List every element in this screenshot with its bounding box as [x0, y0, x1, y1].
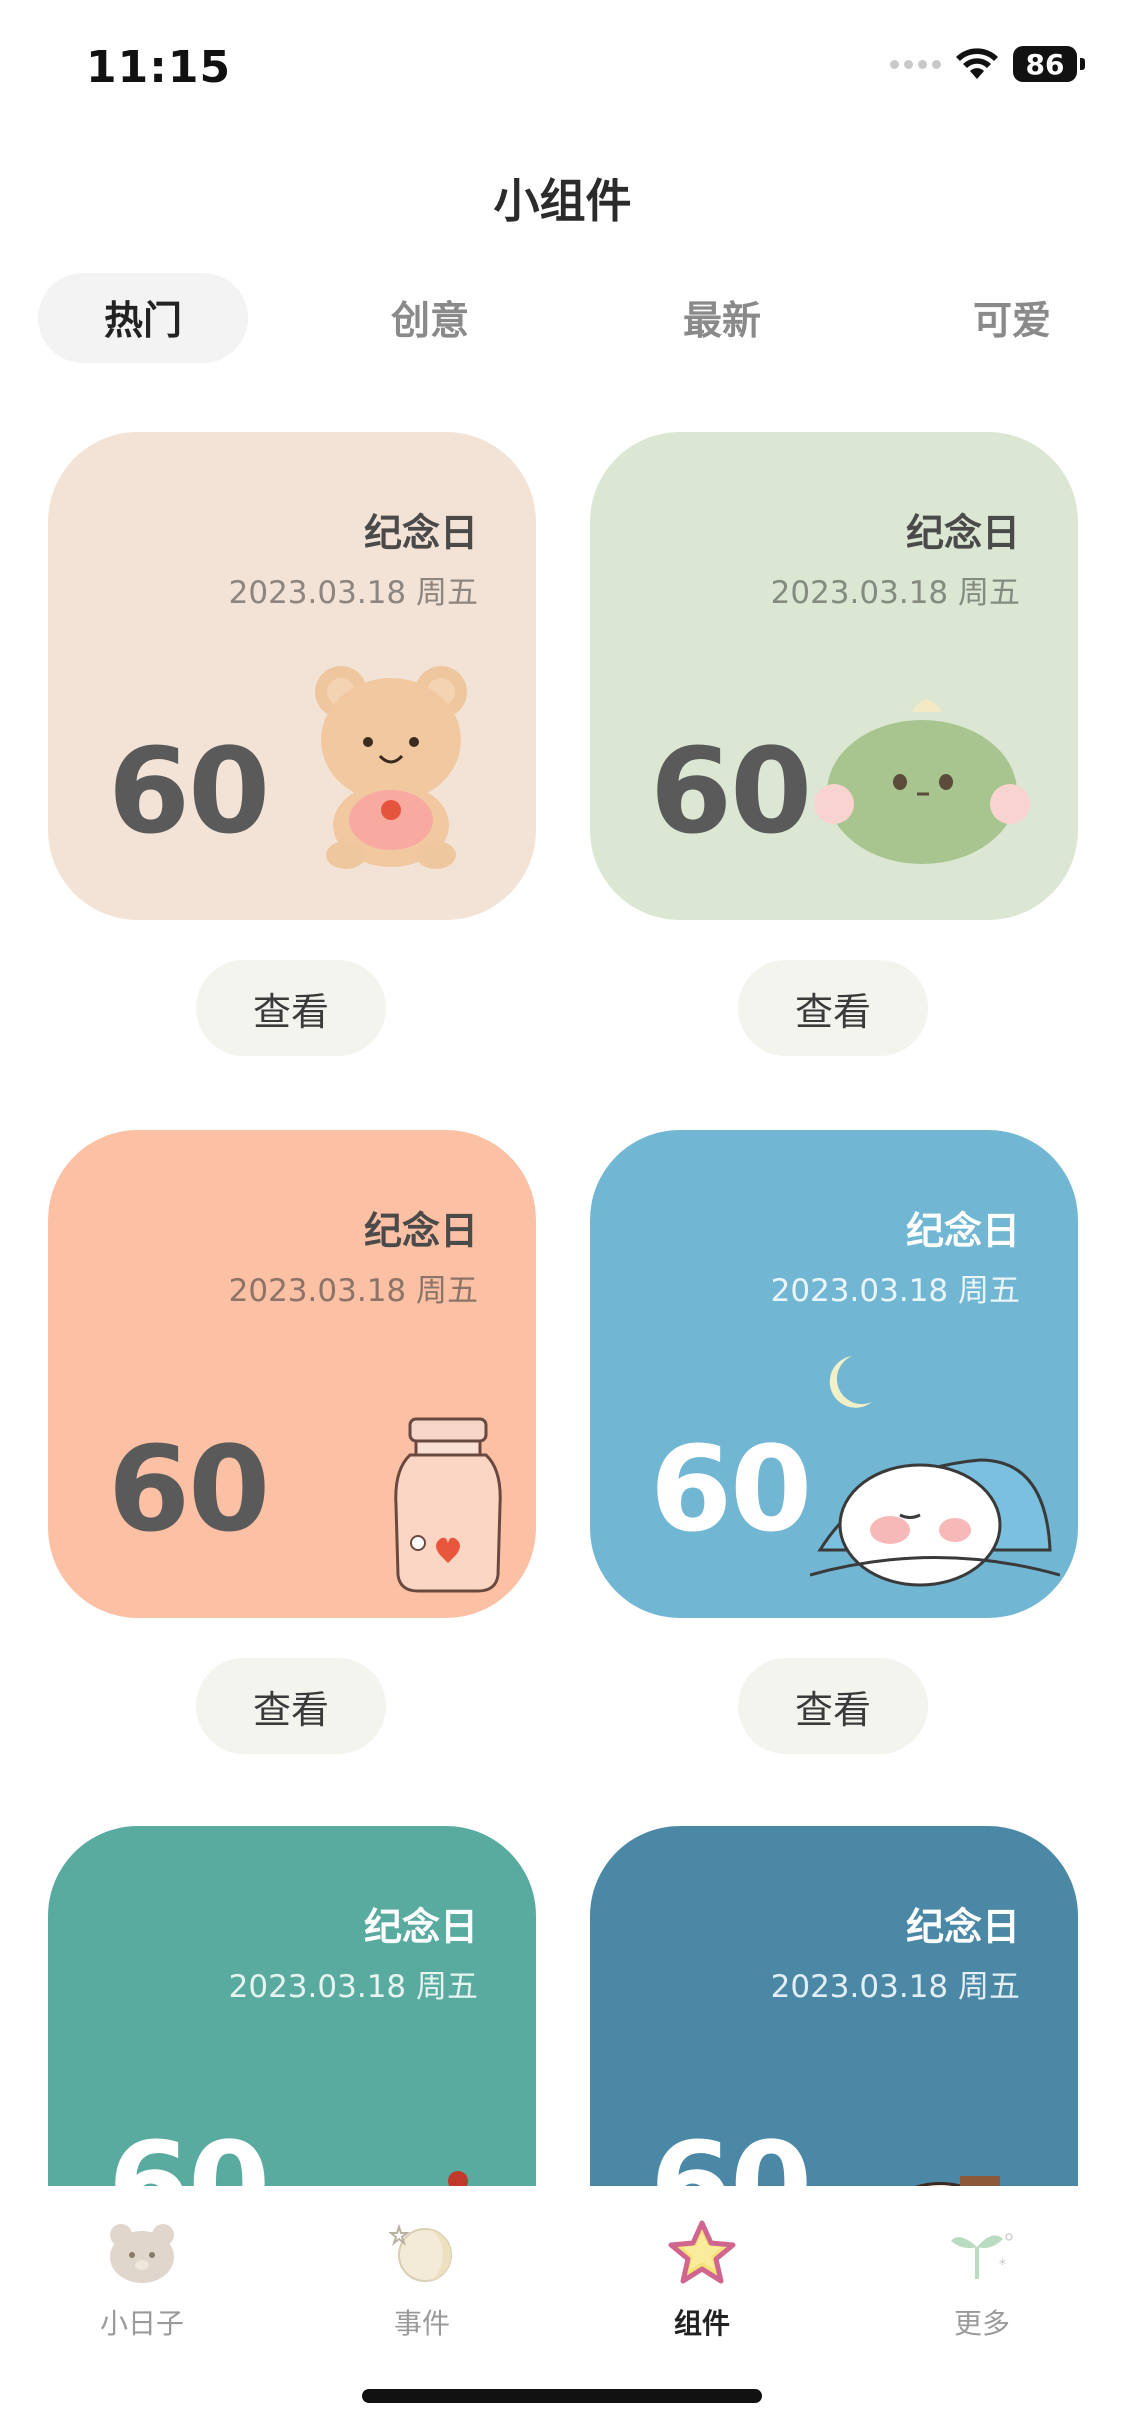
- battery-level: 86: [1013, 46, 1077, 82]
- widget-card[interactable]: 纪念日 2023.03.18 周五 60: [590, 1130, 1078, 1618]
- tab-hot[interactable]: 热门: [38, 273, 248, 363]
- bear-icon: [315, 666, 467, 869]
- widget-day-count: 60: [650, 722, 812, 860]
- cellular-signal-icon: [890, 59, 941, 69]
- view-button[interactable]: 查看: [738, 960, 928, 1056]
- nav-label: 小日子: [99, 2307, 184, 2340]
- widget-card[interactable]: 纪念日 2023.03.18 周五 60: [48, 432, 536, 920]
- widget-day-count: 60: [650, 1420, 812, 1558]
- widget-date: 2023.03.18 周五: [770, 575, 1020, 611]
- widget-date: 2023.03.18 周五: [228, 575, 478, 611]
- wifi-icon: [956, 48, 998, 79]
- moon-icon: [829, 1356, 872, 1408]
- jar-icon: [394, 1417, 502, 1593]
- nav-item-widgets[interactable]: 组件: [622, 2214, 782, 2342]
- widget-day-count: 60: [108, 1420, 270, 1558]
- svg-text:*: *: [999, 2257, 1006, 2273]
- widget-title: 纪念日: [905, 1905, 1020, 1949]
- nav-item-more[interactable]: * 更多: [902, 2214, 1062, 2342]
- widget-date: 2023.03.18 周五: [770, 1969, 1020, 2005]
- widget-date: 2023.03.18 周五: [770, 1273, 1020, 1309]
- view-button[interactable]: 查看: [738, 1658, 928, 1754]
- moon-icon: [384, 2214, 460, 2290]
- nav-label: 组件: [673, 2307, 730, 2340]
- nav-item-days[interactable]: 小日子: [62, 2214, 222, 2342]
- widget-title: 纪念日: [363, 511, 478, 555]
- tab-creative[interactable]: 创意: [330, 273, 530, 363]
- view-button[interactable]: 查看: [196, 960, 386, 1056]
- nav-label: 事件: [393, 2307, 450, 2340]
- sleeping-cat-icon: [810, 1458, 1060, 1587]
- category-tabs: 热门 创意 最新 可爱: [0, 273, 1125, 363]
- widget-title: 纪念日: [905, 1209, 1020, 1253]
- bear-face-icon: [104, 2214, 180, 2290]
- page-title: 小组件: [493, 174, 632, 228]
- home-indicator[interactable]: [362, 2389, 762, 2403]
- widget-title: 纪念日: [363, 1209, 478, 1253]
- star-icon: [664, 2214, 740, 2290]
- widget-title: 纪念日: [363, 1905, 478, 1949]
- widget-day-count: 60: [108, 722, 270, 860]
- nav-item-events[interactable]: 事件: [342, 2214, 502, 2342]
- widget-date: 2023.03.18 周五: [228, 1273, 478, 1309]
- widget-title: 纪念日: [905, 511, 1020, 555]
- view-button[interactable]: 查看: [196, 1658, 386, 1754]
- tab-label: 最新: [682, 299, 761, 344]
- widget-card[interactable]: 纪念日 2023.03.18 周五 60: [590, 432, 1078, 920]
- nav-label: 更多: [953, 2307, 1010, 2340]
- status-bar: 11:15 86: [0, 0, 1125, 140]
- widget-date: 2023.03.18 周五: [228, 1969, 478, 2005]
- status-time: 11:15: [86, 42, 232, 93]
- dinosaur-icon: [814, 699, 1030, 864]
- sprout-icon: *: [944, 2214, 1020, 2290]
- tab-label: 热门: [103, 299, 182, 344]
- tab-label: 创意: [390, 299, 469, 344]
- tab-latest[interactable]: 最新: [622, 273, 822, 363]
- battery-icon: 86: [1013, 46, 1085, 82]
- tab-cute[interactable]: 可爱: [912, 273, 1112, 363]
- tab-label: 可爱: [972, 299, 1051, 344]
- widget-card[interactable]: 纪念日 2023.03.18 周五 60: [48, 1130, 536, 1618]
- status-indicators: 86: [890, 46, 1085, 82]
